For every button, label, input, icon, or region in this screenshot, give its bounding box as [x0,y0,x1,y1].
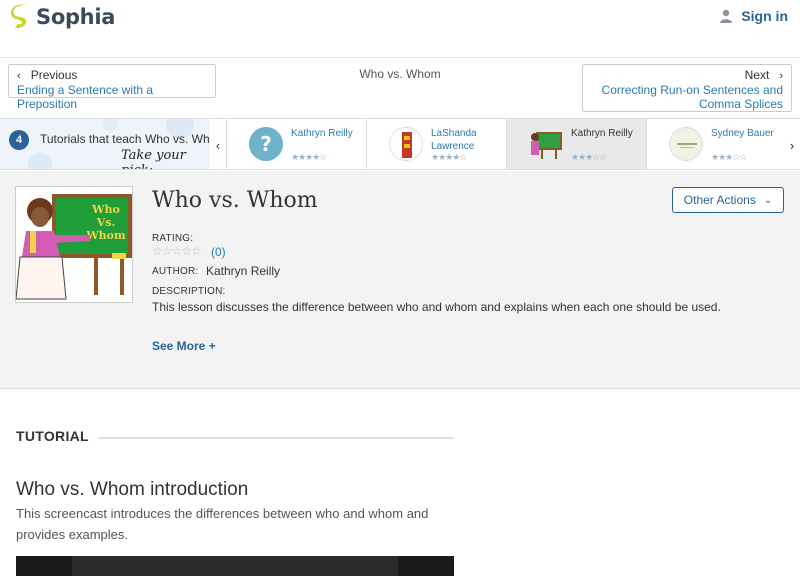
teacher-chalkboard-illustration: Who Vs. Whom [15,194,132,300]
tutorials-intro: 4 Tutorials that teach Who vs. Wh Take y… [0,119,210,169]
tutorial-author: Sydney Bauer [711,128,774,139]
tutorial-thumb: ? [249,127,283,161]
next-lesson-button[interactable]: Next › Correcting Run-on Sentences and C… [582,64,792,112]
description-label: DESCRIPTION: [152,286,226,297]
tutorial-card[interactable]: Sydney Bauer ★★★☆☆ [646,119,786,169]
see-more-link[interactable]: See More + [152,339,216,353]
lesson-title: Who vs. Whom [152,188,318,213]
sign-in-link[interactable]: Sign in [719,8,788,24]
chevron-down-icon: ⌄ [763,194,773,206]
author-name: Kathryn Reilly [206,264,281,278]
sign-in-label: Sign in [741,8,788,24]
tutorial-count-badge: 4 [9,130,29,150]
board-text-who: Who [91,203,120,216]
other-actions-dropdown[interactable]: Other Actions ⌄ [672,187,784,213]
tutorial-title: Who vs. Whom introduction [16,479,249,500]
tutorial-rating: ★★★☆☆ [711,152,747,162]
video-player[interactable] [16,556,454,576]
author-label: AUTHOR: [152,266,199,277]
teacher-chalkboard-icon [531,132,562,159]
tutorials-text: Tutorials that teach Who vs. Wh [40,132,210,146]
previous-lesson-link[interactable]: Ending a Sentence with a Preposition [17,83,207,111]
question-mark-icon: ? [249,127,283,161]
other-actions-label: Other Actions [683,193,756,207]
carousel-next-arrow[interactable]: › [786,135,798,155]
tutorial-author: Kathryn Reilly [571,128,633,139]
tutorial-description: This screencast introduces the differenc… [16,506,429,542]
next-heading: Next › [591,68,783,83]
board-text-whom: Whom [85,229,126,242]
tutorial-heading: TUTORIAL [16,428,89,444]
tutorial-thumb [389,127,423,161]
svg-text:?: ? [260,132,272,156]
tutorial-card[interactable]: LaShanda Lawrence ★★★★☆ [366,119,506,169]
chevron-right-icon: › [779,70,783,82]
tutorial-rating: ★★★★☆ [431,152,467,162]
carousel-prev-arrow[interactable]: ‹ [212,135,224,155]
tutorial-divider [98,437,454,439]
tutorial-thumb [669,127,703,161]
take-your-pick: Take your pick: [121,148,186,169]
video-frame [72,556,398,576]
who-whom-graphic [402,132,412,158]
sophia-logo-icon [11,4,27,29]
lesson-details: Who Vs. Whom Who vs. Whom Other Actions … [0,171,800,389]
sophia-logo[interactable]: Sophia [10,3,115,31]
user-icon [720,9,733,23]
tutorial-author: Kathryn Reilly [291,128,353,139]
tutorial-card[interactable]: ? Kathryn Reilly ★★★★☆ [226,119,366,169]
rating-count[interactable]: (0) [211,245,226,259]
tutorial-card-selected[interactable]: Kathryn Reilly ★★★☆☆ [506,119,646,169]
tutorial-rating: ★★★★☆ [291,152,327,162]
tutorial-author: LaShanda Lawrence [431,128,477,152]
rating-stars[interactable]: ☆☆☆☆☆ [152,244,202,258]
tutorial-rating: ★★★☆☆ [571,152,607,162]
tutorials-strip: 4 Tutorials that teach Who vs. Wh Take y… [0,118,800,170]
text-slide-icon [677,143,697,148]
board-text-vs: Vs. [96,216,116,229]
site-header: Sophia Sign in [0,0,800,58]
lesson-description: This lesson discusses the difference bet… [152,300,721,314]
logo-text: Sophia [36,5,116,29]
next-lesson-link-line1[interactable]: Correcting Run-on Sentences and [591,83,783,97]
rating-label: RATING: [152,233,194,244]
lesson-navigation: ‹ Previous Ending a Sentence with a Prep… [0,58,800,118]
next-lesson-link-line2[interactable]: Comma Splices [591,97,783,111]
lesson-thumbnail: Who Vs. Whom [15,186,133,303]
tutorial-thumb [529,127,563,161]
next-label: Next [744,68,770,82]
